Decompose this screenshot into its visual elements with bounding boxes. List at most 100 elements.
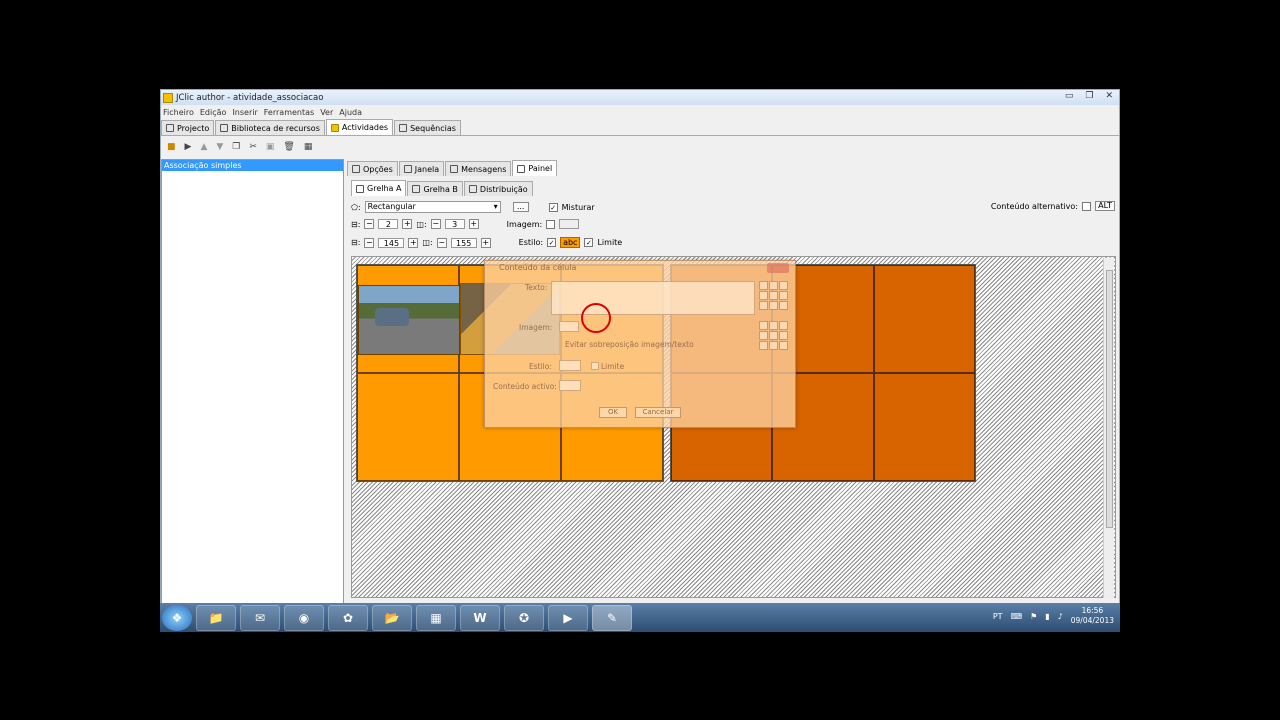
align-icon[interactable] [759,341,768,350]
align-icon[interactable] [779,291,788,300]
list-item-associacao-simples[interactable]: Associação simples [162,160,343,171]
cols-decrement[interactable]: − [430,219,441,229]
word-icon[interactable]: W [460,604,500,631]
grid-a-cell[interactable] [357,373,459,481]
outlook-icon[interactable]: ✉ [240,604,280,631]
align-icon[interactable] [769,281,778,290]
delete-icon[interactable]: 🗑 [283,142,294,152]
paste-icon[interactable]: ▣ [266,142,275,152]
height-increment[interactable]: + [480,237,491,248]
limite-checkbox[interactable] [591,362,599,370]
cols-input[interactable]: 3 [444,219,465,229]
conteudo-activo-button[interactable] [559,380,581,391]
play-icon[interactable]: ▶ [185,142,192,152]
jclic-taskbar-icon[interactable]: ✎ [592,604,632,631]
imagem-button[interactable] [559,321,579,332]
tab-sequencias[interactable]: Sequências [394,120,461,135]
tab-actividades[interactable]: Actividades [325,119,394,135]
align-icon[interactable] [759,331,768,340]
rows-input[interactable]: 2 [378,219,399,229]
folder-icon[interactable]: 📂 [372,604,412,631]
tab-distribuicao[interactable]: Distribuição [463,181,533,196]
text-align-grid[interactable] [759,281,788,310]
rows-decrement[interactable]: − [364,219,375,229]
app-icon[interactable]: ✿ [328,604,368,631]
tab-mensagens[interactable]: Mensagens [445,161,512,176]
flag-icon[interactable]: ⚑ [1030,612,1037,621]
align-icon[interactable] [769,331,778,340]
minimize-button[interactable]: ▭ [1065,91,1074,101]
width-input[interactable]: 145 [378,237,405,248]
tab-opcoes[interactable]: Opções [347,161,398,176]
align-icon[interactable] [779,281,788,290]
scrollbar-thumb[interactable] [1106,270,1113,528]
grid-b-cell[interactable] [873,265,975,373]
alt-button[interactable]: ALT [1095,201,1115,211]
language-indicator[interactable]: PT [993,612,1003,621]
menu-ferramentas[interactable]: Ferramentas [264,108,314,117]
align-icon[interactable] [759,281,768,290]
maximize-button[interactable]: ❐ [1085,91,1093,101]
explorer-icon[interactable]: 📁 [196,604,236,631]
estilo-checkbox[interactable]: ✓ [547,238,557,247]
volume-icon[interactable]: ♪ [1058,612,1063,621]
image-align-grid[interactable] [759,321,788,350]
menu-inserir[interactable]: Inserir [232,108,257,117]
network-icon[interactable]: ▮ [1045,612,1049,621]
align-icon[interactable] [759,321,768,330]
menu-ajuda[interactable]: Ajuda [339,108,362,117]
height-decrement[interactable]: − [436,237,447,248]
grid-b-cell[interactable] [873,373,975,481]
vertical-scrollbar[interactable] [1103,258,1114,598]
chrome-icon[interactable]: ◉ [284,604,324,631]
rows-increment[interactable]: + [402,219,413,229]
alt-content-checkbox[interactable] [1082,201,1091,211]
imagem-button[interactable] [559,219,580,229]
align-icon[interactable] [779,321,788,330]
tab-biblioteca[interactable]: Biblioteca de recursos [215,120,325,135]
menu-ver[interactable]: Ver [320,108,333,117]
align-icon[interactable] [759,301,768,310]
up-icon[interactable]: ▲ [200,142,207,152]
imagem-checkbox[interactable] [546,219,556,229]
tab-painel[interactable]: Painel [512,160,558,176]
style-preview[interactable]: abc [560,237,581,248]
width-increment[interactable]: + [408,237,419,248]
folder-icon[interactable]: ■ [167,142,176,152]
down-icon[interactable]: ▼ [216,142,223,152]
tab-grelha-a[interactable]: Grelha A [351,180,407,196]
tab-janela[interactable]: Janela [398,161,445,176]
width-decrement[interactable]: − [364,237,375,248]
grid-icon[interactable]: ▦ [304,142,313,152]
keyboard-icon[interactable]: ⌨ [1011,612,1023,621]
align-icon[interactable] [759,291,768,300]
align-icon[interactable] [769,301,778,310]
menu-ficheiro[interactable]: Ficheiro [163,108,194,117]
media-icon[interactable]: ✪ [504,604,544,631]
calendar-icon[interactable]: ▦ [416,604,456,631]
align-icon[interactable] [769,341,778,350]
texto-field[interactable] [551,281,755,315]
cols-increment[interactable]: + [468,219,479,229]
align-icon[interactable] [779,331,788,340]
limite-checkbox[interactable]: ✓ [584,238,594,247]
menu-edicao[interactable]: Edição [200,108,227,117]
shape-options-button[interactable]: ... [512,202,529,212]
tab-projecto[interactable]: Projecto [161,120,215,135]
estilo-button[interactable] [559,360,581,371]
copy-icon[interactable]: ❐ [232,142,240,152]
clock[interactable]: 16:56 09/04/2013 [1071,606,1114,626]
align-icon[interactable] [769,321,778,330]
cut-icon[interactable]: ✂ [249,142,257,152]
misturar-checkbox[interactable]: ✓ [548,202,558,212]
start-button[interactable]: ❖ [162,604,192,631]
ok-button[interactable]: OK [599,407,627,418]
align-icon[interactable] [779,341,788,350]
height-input[interactable]: 155 [450,237,477,248]
align-icon[interactable] [779,301,788,310]
tab-grelha-b[interactable]: Grelha B [407,181,463,196]
dialog-close-button[interactable] [767,263,789,273]
cancel-button[interactable]: Cancelar [635,407,681,418]
shape-select[interactable]: Rectangular [364,201,501,213]
recorder-icon[interactable]: ▶ [548,604,588,631]
